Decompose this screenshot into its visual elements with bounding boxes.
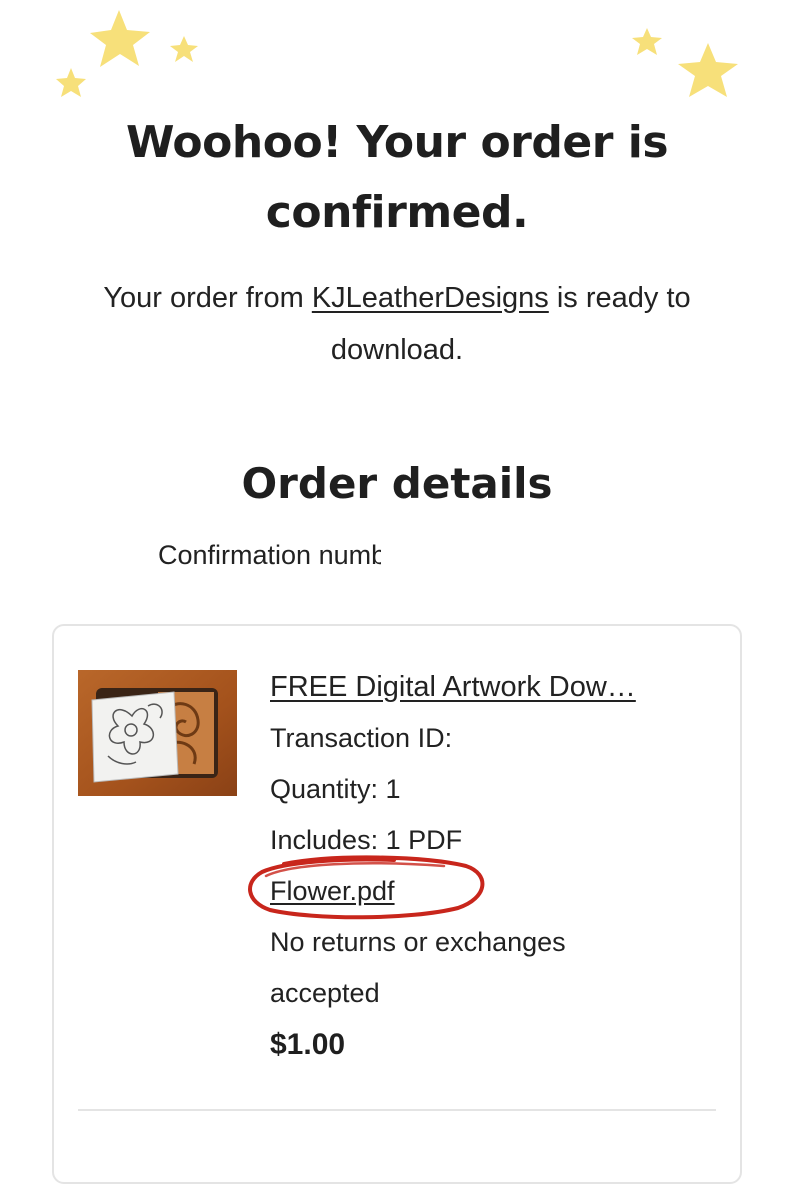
- item-price: $1.00: [270, 1028, 346, 1061]
- star-icon: [56, 68, 86, 97]
- star-icon: [632, 28, 662, 55]
- shop-link[interactable]: KJLeatherDesigns: [312, 282, 549, 314]
- redacted-area: [381, 541, 612, 572]
- message-prefix: Your order from: [103, 282, 312, 314]
- star-icon: [90, 10, 150, 67]
- confirmation-number: Confirmation numbe: [158, 537, 612, 573]
- confirmation-headline: Woohoo! Your order is confirmed.: [125, 117, 669, 238]
- product-thumbnail[interactable]: [78, 670, 237, 796]
- transaction-id: Transaction ID:: [270, 713, 720, 764]
- order-details-title: Order details: [241, 459, 553, 508]
- returns-policy-line1: No returns or exchanges: [270, 927, 566, 957]
- stars-decoration: [56, 10, 738, 97]
- star-icon: [678, 43, 738, 97]
- quantity-text: Quantity: 1: [270, 774, 401, 804]
- redacted-area: [451, 726, 602, 753]
- annotation-circle: [248, 855, 485, 920]
- item-title-link[interactable]: FREE Digital Artwork Dow…: [270, 662, 720, 713]
- confirmation-label: Confirmation numbe: [158, 540, 402, 570]
- transaction-label: Transaction ID:: [270, 723, 460, 753]
- star-icon: [170, 36, 198, 62]
- returns-policy-line2: accepted: [270, 978, 380, 1008]
- order-ready-message: Your order from KJLeatherDesigns is read…: [50, 272, 744, 376]
- card-divider: [78, 1109, 716, 1111]
